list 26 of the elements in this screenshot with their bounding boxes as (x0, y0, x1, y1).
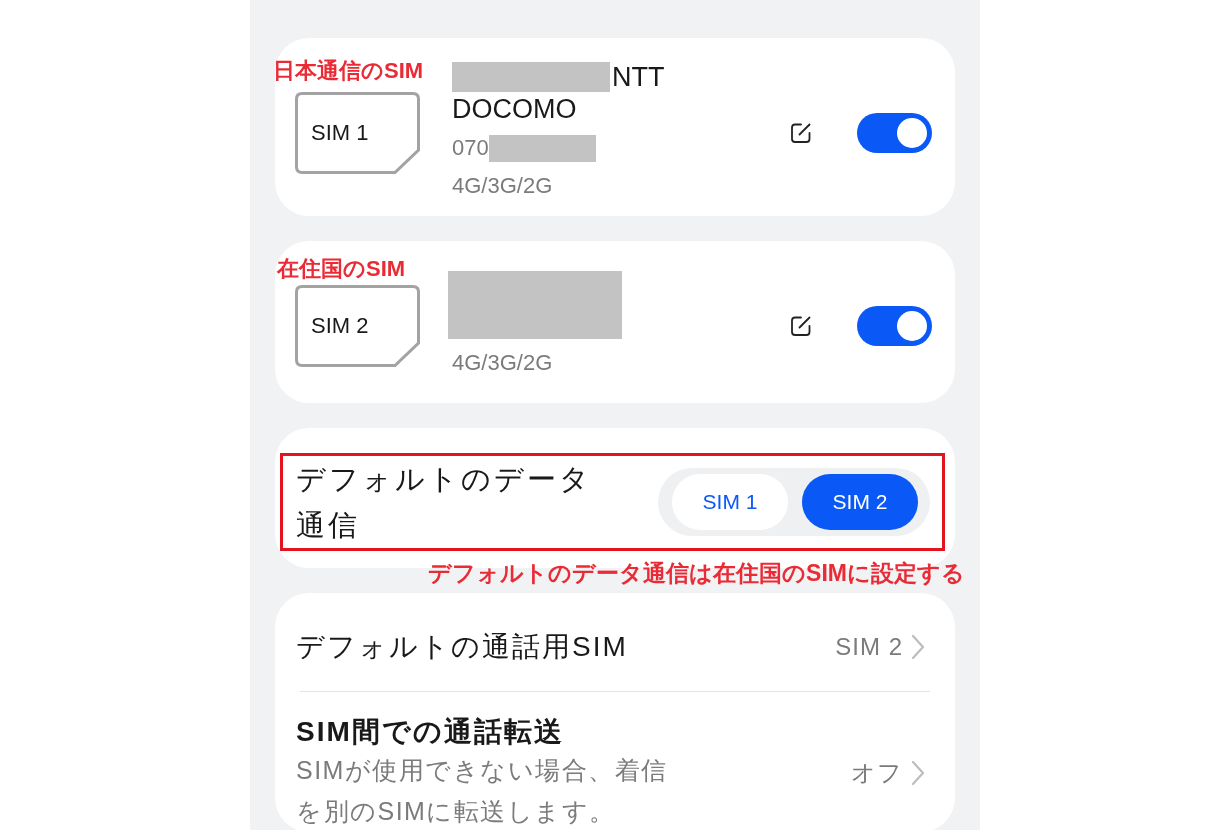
network-type: 4G/3G/2G (452, 350, 553, 375)
setting-title: デフォルトの通話用SIM (296, 630, 629, 664)
setting-value: オフ (851, 758, 903, 788)
toggle-switch[interactable] (857, 306, 932, 346)
setting-description: SIMが使用できない場合、着信を別のSIMに転送します。 (296, 755, 669, 827)
carrier-name: NTT (612, 61, 665, 93)
network-type: 4G/3G/2G (452, 173, 553, 198)
setting-title: デフォルトのデータ通信 (296, 462, 593, 543)
carrier-name: DOCOMO (452, 93, 577, 125)
segment-option[interactable]: SIM 1 (672, 474, 788, 530)
toggle-switch[interactable] (857, 112, 932, 153)
sim-slot-label: SIM 2 (311, 313, 369, 339)
setting-title: SIM間での通話転送 (296, 715, 565, 749)
sim-card-icon (295, 91, 420, 174)
annotation-label: 日本通信のSIM (273, 58, 424, 84)
edit-icon[interactable] (790, 121, 812, 144)
phone-number: 070 (452, 134, 489, 162)
sim-card-icon (295, 285, 420, 367)
chevron-right-icon (911, 634, 925, 660)
sim-slot-label: SIM 1 (311, 119, 369, 146)
annotation-label: 在住国のSIM (277, 256, 406, 282)
edit-icon[interactable] (790, 315, 812, 337)
segment-option[interactable]: SIM 2 (802, 474, 918, 530)
chevron-right-icon (911, 760, 925, 786)
setting-value: SIM 2 (835, 632, 903, 662)
annotation-note: デフォルトのデータ通信は在住国のSIMに設定する (428, 559, 965, 587)
